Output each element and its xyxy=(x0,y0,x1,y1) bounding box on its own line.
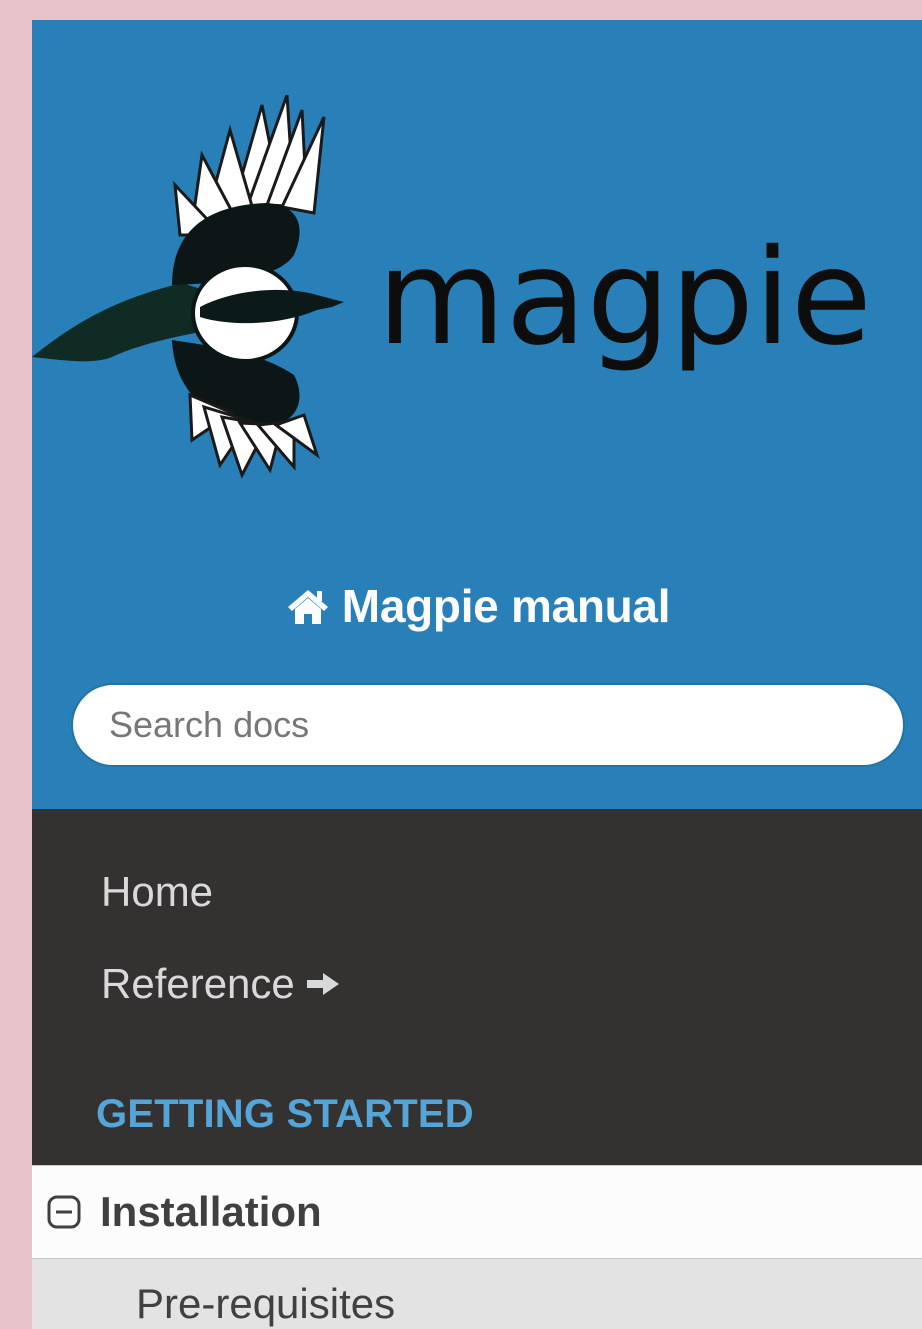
logo-wordmark: magpie xyxy=(377,221,872,375)
nav-subitem-label: Pre-requisites xyxy=(136,1280,396,1327)
nav-item-installation[interactable]: Installation xyxy=(32,1165,922,1259)
sidebar: magpie Magpie manual Home Reference GET xyxy=(32,20,922,1329)
sidebar-header: magpie Magpie manual xyxy=(32,20,922,809)
nav-item-reference[interactable]: Reference xyxy=(101,960,341,1008)
nav-item-home[interactable]: Home xyxy=(101,868,213,916)
nav-subitem-pre-requisites[interactable]: Pre-requisites xyxy=(32,1259,922,1329)
logo-link[interactable]: magpie xyxy=(32,95,922,485)
nav-item-label: Home xyxy=(101,868,214,915)
home-icon xyxy=(284,582,332,630)
nav-caption: GETTING STARTED xyxy=(96,1092,474,1136)
nav-item-label: Installation xyxy=(100,1188,322,1235)
site-title: Magpie manual xyxy=(341,580,671,632)
home-title-link[interactable]: Magpie manual xyxy=(32,576,922,636)
arrow-right-icon xyxy=(305,970,341,998)
collapse-toggle-icon[interactable] xyxy=(46,1194,82,1230)
search-input[interactable] xyxy=(71,683,905,767)
magpie-logo: magpie xyxy=(32,95,872,479)
nav-item-label: Reference xyxy=(101,960,295,1007)
